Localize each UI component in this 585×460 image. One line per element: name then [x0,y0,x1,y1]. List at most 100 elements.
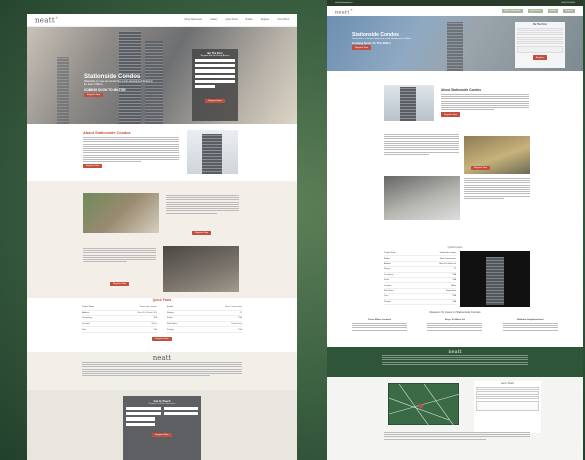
realtor-select[interactable] [195,79,235,83]
quick-facts-table: Project Name Stationside Condos Builder Ne… [384,251,456,305]
reasons-section: Reasons To Invest In Stationside Condos … [327,310,583,346]
nav-item[interactable]: Quick Facts [226,19,238,21]
hero-cta-line: Coming Soon To The Wider [352,40,392,45]
hero-register-button[interactable]: Register Now [352,45,372,50]
email-field[interactable] [476,391,539,395]
builder-text [82,362,242,377]
first-name-field[interactable] [126,407,161,411]
about-section: About Stationside Condos Register Now [327,80,583,126]
feature-text [464,178,530,200]
nav-item[interactable]: Gallery [210,19,217,21]
nav-item[interactable]: Builder [547,9,559,13]
hero-register-form: Be The First Register [515,22,565,68]
features-section: Register Now [327,126,583,232]
topbar-email[interactable]: info@stationside.ca [335,2,352,4]
hero-register-form: Be The First Register Now for Priority A… [192,49,238,121]
inquiry-select[interactable] [126,422,155,426]
form-title: Be The First [533,24,547,26]
hero-register-button[interactable]: Register Now [84,92,104,98]
phone-field[interactable] [476,396,539,400]
contact-form: Get In Touch Register For More Informati… [123,396,201,460]
name-field[interactable] [476,386,539,390]
brand-logo[interactable]: neatt+ [35,15,59,24]
hero-text: Stationside Condos Stationside is a new … [84,74,156,98]
about-section: About Stationside Condos Register Now [27,126,297,186]
nav-item[interactable]: Register [563,9,575,13]
hero-text: Stationside Condos Stationside is a new … [352,32,412,50]
last-name-field[interactable] [195,64,235,68]
fact-row: Parking TBA [384,300,456,305]
feature-register-button[interactable]: Register Now [192,231,212,236]
contact-submit-button[interactable]: Register Now [152,432,172,437]
video-player[interactable] [460,251,530,307]
realtor-select[interactable] [517,41,563,44]
feature-text [166,195,239,215]
about-register-button[interactable]: Register Now [441,112,461,117]
nav-item[interactable]: Register [261,19,270,21]
feature-register-button[interactable]: Register Now [471,166,491,171]
email-field[interactable] [195,69,235,73]
reasons-list: Prime Milton Location Steps To Milton GO… [327,319,583,332]
reasons-title: Reasons To Invest In Stationside Condos [429,310,481,314]
email-field[interactable] [517,32,563,35]
builder-text [382,355,528,365]
map-pin-icon [418,403,424,409]
consent-checkbox[interactable] [195,84,215,89]
parking-photo-image [384,176,460,220]
reason-item: Prime Milton Location [352,319,408,332]
email-field[interactable] [126,412,161,416]
name-field[interactable] [517,27,563,31]
feature-text [384,134,459,156]
message-field[interactable] [517,45,563,53]
phone-field[interactable] [195,74,235,78]
reason-item: Walkable Neighbourhood [502,319,558,332]
left-nav-links: About Stationside Gallery Quick Facts Bu… [184,19,289,21]
features-section: Register Now Register Now [27,181,297,298]
realtor-select[interactable] [126,417,155,421]
quick-facts-table: Project Name Stationside Condos Builder Ne… [27,302,297,336]
about-register-button[interactable]: Register Now [83,164,103,169]
nav-item[interactable]: About Stationside [184,19,202,21]
nav-item[interactable]: About Stationside [502,9,523,13]
first-name-field[interactable] [195,59,235,63]
about-title: About Stationside Condos [441,88,482,92]
aerial-map-image [83,193,159,233]
building-street-image [163,246,239,292]
fact-row: Parking TBA [167,327,242,333]
left-navbar: neatt+ About Stationside Gallery Quick F… [27,14,297,27]
builder-section: neatt [27,352,297,390]
about-text [83,137,179,163]
brand-logo[interactable]: neatt+ [335,7,353,16]
left-hero: Stationside Condos Stationside is a new … [27,27,297,124]
reason-item: Steps To Milton GO [427,319,483,332]
nav-item[interactable]: Quick Facts [527,9,543,13]
form-submit-button[interactable]: Register [532,55,548,60]
right-page-screenshot: info@stationside.ca (416) 555-0000 neatt… [327,0,583,460]
form-submit-button[interactable]: Register Now [205,98,225,104]
fact-row: Price TBA [82,327,157,333]
quick-facts-section: Quick Facts Project Name Stationside Cond… [27,298,297,356]
builder-section: neatt [327,347,583,377]
left-page-screenshot: neatt+ About Stationside Gallery Quick F… [27,14,297,460]
right-navbar: neatt+ About Stationside Quick Facts Bui… [327,6,583,16]
contact-title: Get In Touch [501,383,514,385]
building-render-image [187,130,238,174]
topbar-phone[interactable]: (416) 555-0000 [561,2,575,4]
right-hero: Stationside Condos Stationside is a new … [327,16,583,71]
feature-register-button[interactable]: Register Now [110,282,130,287]
last-name-field[interactable] [163,407,198,411]
location-map[interactable] [388,383,461,427]
hero-title: Stationside Condos [84,74,141,80]
phone-field[interactable] [517,36,563,40]
phone-field[interactable] [163,412,198,416]
right-nav-links: About Stationside Quick Facts Builder Re… [502,9,575,13]
message-field[interactable] [476,400,539,411]
nav-item[interactable]: Builder [246,19,253,21]
nav-item[interactable]: Floor Plans [277,19,289,21]
hero-subtitle: Stationside is a new pre-construction co… [84,81,153,86]
facts-register-button[interactable]: Register Now [152,336,172,342]
builder-logo: neatt [152,354,172,362]
disclaimer-text [384,432,530,441]
contact-section: Get In Touch Register For More Informati… [27,390,297,460]
quick-facts-title: Quick Facts [447,245,463,249]
